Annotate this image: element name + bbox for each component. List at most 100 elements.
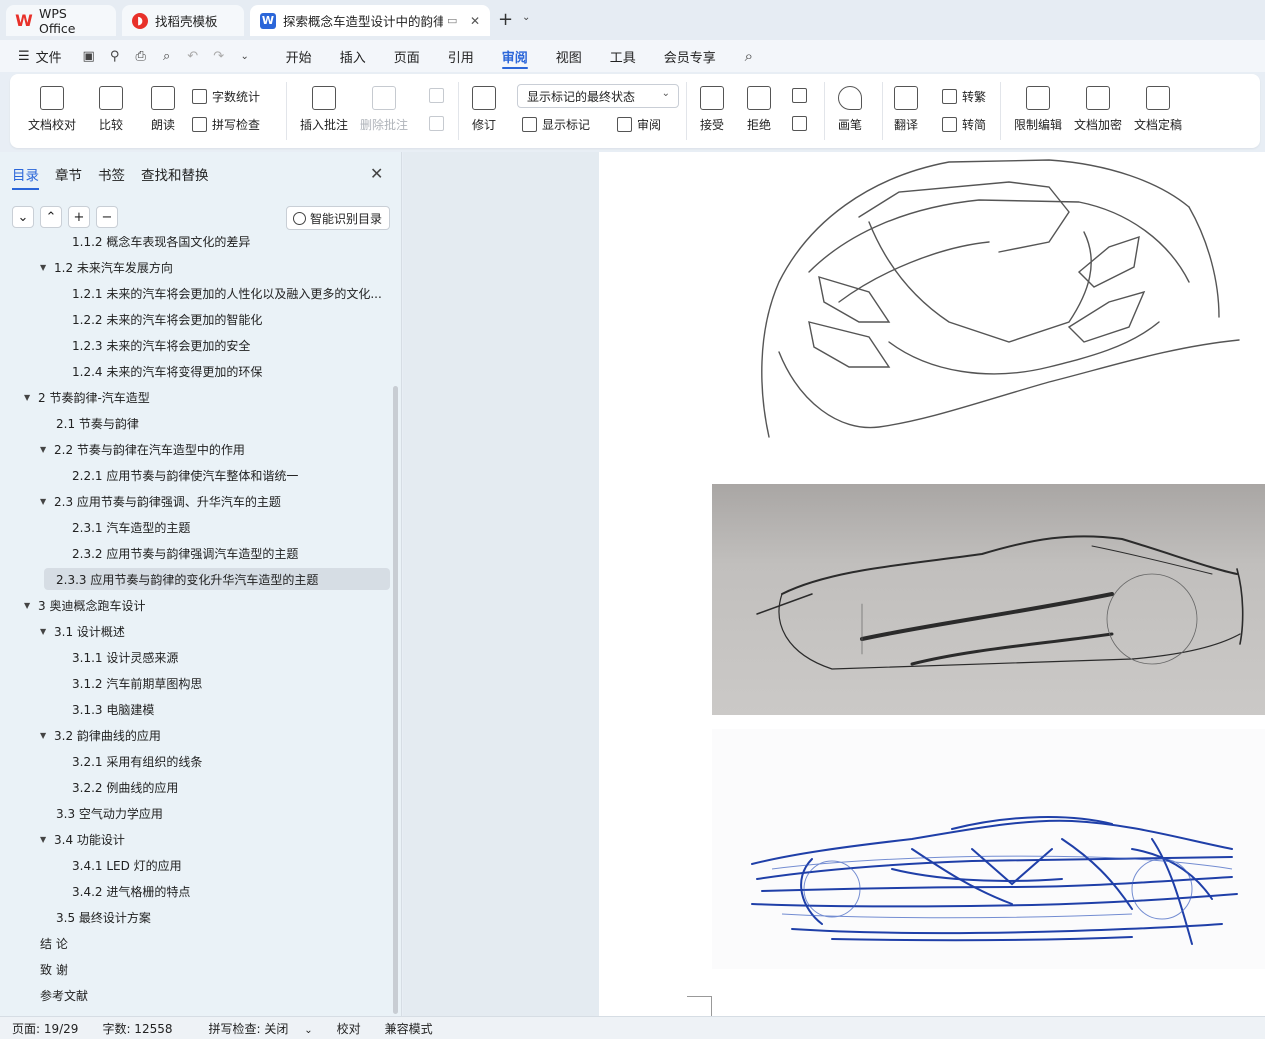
toc-item[interactable]: ▼ 2.2 节奏与韵律在汽车造型中的作用 [40,438,245,460]
undo-icon[interactable]: ↶ [180,40,206,72]
demote-heading-button[interactable]: − [96,206,118,228]
toc-item[interactable]: 2.3.1 汽车造型的主题 [56,516,190,538]
page-indicator[interactable]: 页面: 19/29 [0,1020,90,1037]
toc-item[interactable]: ▼ 3 奥迪概念跑车设计 [24,594,145,616]
menu-view[interactable]: 视图 [542,40,596,72]
document-page[interactable] [599,152,1265,1016]
delete-comment-button[interactable]: 删除批注 [360,86,408,133]
compare-button[interactable]: 比较 [99,86,123,133]
proof-indicator[interactable]: 校对 [325,1020,373,1037]
restrict-edit-button[interactable]: 限制编辑 [1014,86,1062,133]
toc-item[interactable]: ▼ 2 节奏韵律-汽车造型 [24,386,150,408]
next-change-button[interactable] [792,116,812,131]
menu-home[interactable]: 开始 [272,40,326,72]
toc-item[interactable]: 3.3 空气动力学应用 [40,802,163,824]
nav-tab-bookmarks[interactable]: 书签 [98,164,125,190]
toc-item[interactable]: 2.3.2 应用节奏与韵律强调汽车造型的主题 [56,542,298,564]
car-side-blue-pen-sketch[interactable] [712,729,1265,969]
save-icon[interactable]: ▣ [76,40,102,72]
translate-button[interactable]: 翻译 [894,86,918,133]
show-markup-button[interactable]: 显示标记 [522,116,590,133]
track-changes-button[interactable]: 修订 [472,86,496,133]
car-front-sketch-image[interactable] [749,152,1265,442]
toc-item[interactable]: ▼ 3.4 功能设计 [40,828,125,850]
menu-review[interactable]: 审阅 [488,40,542,72]
print-preview-icon[interactable]: ⌕ [154,40,180,72]
tab-daoke-templates[interactable]: ◗ 找稻壳模板 [122,5,244,36]
accept-button[interactable]: 接受 [700,86,724,133]
word-count-button[interactable]: 字数统计 [192,88,260,105]
toc-item[interactable]: 致 谢 [24,958,68,980]
spell-check-button[interactable]: 拼写检查 [192,116,260,133]
toc-item[interactable]: 2.3.3 应用节奏与韵律的变化升华汽车造型的主题 [44,568,390,590]
toc-item[interactable]: 1.2.3 未来的汽车将会更加的安全 [56,334,250,356]
review-pane-button[interactable]: 审阅 [617,116,661,133]
print-icon[interactable]: ⎙ [128,40,154,72]
menu-insert[interactable]: 插入 [326,40,380,72]
menu-tools[interactable]: 工具 [596,40,650,72]
document-canvas[interactable] [403,152,1265,1016]
chevron-down-icon[interactable]: ⌄ [522,12,530,23]
toc-item[interactable]: 1.1.2 概念车表现各国文化的差异 [56,236,250,252]
toc-item[interactable]: 1.2.4 未来的汽车将变得更加的环保 [56,360,262,382]
close-tab-icon[interactable]: ✕ [470,14,480,28]
toc-item[interactable]: 3.1.3 电脑建模 [56,698,154,720]
caret-down-icon[interactable]: ▼ [40,627,54,636]
spell-check-indicator[interactable]: 拼写检查: 关闭 ⌄ [185,1020,325,1037]
toc-item[interactable]: ▼ 3.2 韵律曲线的应用 [40,724,161,746]
proofread-button[interactable]: 文档校对 [28,86,76,133]
to-simplified-button[interactable]: 转简 [942,116,986,133]
redo-icon[interactable]: ↷ [206,40,232,72]
toc-item[interactable]: 3.5 最终设计方案 [40,906,151,928]
nav-tab-sections[interactable]: 章节 [55,164,82,190]
encrypt-button[interactable]: 文档加密 [1074,86,1122,133]
toc-item[interactable]: 1.2.2 未来的汽车将会更加的智能化 [56,308,262,330]
menu-page[interactable]: 页面 [380,40,434,72]
toc-item[interactable]: 3.1.2 汽车前期草图构思 [56,672,202,694]
read-aloud-button[interactable]: 朗读 [151,86,175,133]
smart-toc-button[interactable]: 智能识别目录 [286,206,390,230]
caret-down-icon[interactable]: ▼ [24,393,38,402]
expand-all-button[interactable]: ⌄ [12,206,34,228]
promote-heading-button[interactable]: + [68,206,90,228]
menu-membership[interactable]: 会员专享 [650,40,730,72]
chevron-down-icon[interactable]: ⌄ [232,40,258,72]
prev-comment-button[interactable] [429,88,449,103]
ink-button[interactable]: 画笔 [838,86,862,133]
toc-item[interactable]: ▼ 2.3 应用节奏与韵律强调、升华汽车的主题 [40,490,281,512]
reject-button[interactable]: 拒绝 [747,86,771,133]
markup-state-select[interactable]: 显示标记的最终状态 ⌄ [517,84,679,108]
menu-references[interactable]: 引用 [434,40,488,72]
to-traditional-button[interactable]: 转繁 [942,88,986,105]
toc-item[interactable]: 3.4.1 LED 灯的应用 [56,854,182,876]
car-side-pencil-photo[interactable] [712,484,1265,715]
prev-change-button[interactable] [792,88,812,103]
caret-down-icon[interactable]: ▼ [40,445,54,454]
caret-down-icon[interactable]: ▼ [24,601,38,610]
caret-down-icon[interactable]: ▼ [40,263,54,272]
caret-down-icon[interactable]: ▼ [40,731,54,740]
nav-tab-toc[interactable]: 目录 [12,164,39,190]
finalize-button[interactable]: 文档定稿 [1134,86,1182,133]
collapse-all-button[interactable]: ⌃ [40,206,62,228]
toc-item[interactable]: 2.2.1 应用节奏与韵律使汽车整体和谐统一 [56,464,298,486]
caret-down-icon[interactable]: ▼ [40,497,54,506]
share-icon[interactable]: ⚲ [102,40,128,72]
nav-tab-find-replace[interactable]: 查找和替换 [141,164,209,190]
toc-item[interactable]: 3.2.2 例曲线的应用 [56,776,178,798]
nav-scrollbar[interactable] [393,386,398,1014]
toc-item[interactable]: 3.1.1 设计灵感来源 [56,646,178,668]
close-icon[interactable]: ✕ [370,164,383,183]
toc-item[interactable]: 3.4.2 进气格栅的特点 [56,880,190,902]
tab-wps-office[interactable]: W WPS Office [6,5,116,36]
toc-item[interactable]: ▼ 1.2 未来汽车发展方向 [40,256,173,278]
toc-item[interactable]: 1.2.1 未来的汽车将会更加的人性化以及融入更多的文化... [56,282,382,304]
toc-item[interactable]: 结 论 [24,932,68,954]
file-menu[interactable]: ☰ 文件 [0,40,76,72]
toc-item[interactable]: 参考文献 [24,984,88,1006]
next-comment-button[interactable] [429,116,449,131]
tab-current-document[interactable]: W 探索概念车造型设计中的韵律 ▭ ✕ [250,5,490,36]
new-tab-icon[interactable]: + [498,9,513,30]
toc-item[interactable]: 3.2.1 采用有组织的线条 [56,750,202,772]
toc-item[interactable]: ▼ 3.1 设计概述 [40,620,125,642]
